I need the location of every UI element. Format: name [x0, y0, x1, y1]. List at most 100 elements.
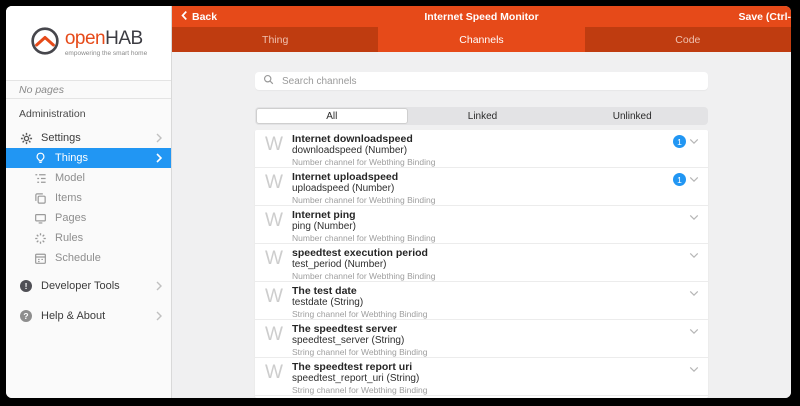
chevron-left-icon	[181, 10, 188, 24]
channel-title: The test date	[292, 285, 689, 297]
no-pages-label: No pages	[6, 80, 171, 99]
channel-id: speedtest_report_uri (String)	[292, 373, 689, 385]
channel-row-testdate[interactable]: W The test date testdate (String) String…	[255, 282, 708, 320]
top-navbar: Internet Speed Monitor Back Save (Ctrl-	[172, 6, 791, 27]
sidebar-item-label: Settings	[41, 132, 81, 144]
filter-all[interactable]: All	[256, 108, 408, 124]
channel-avatar: W	[265, 358, 292, 395]
channel-description: String channel for Webthing Binding	[292, 385, 689, 395]
channel-title: Internet downloadspeed	[292, 133, 673, 145]
sidebar-item-things[interactable]: Things	[6, 148, 171, 168]
gear-icon	[19, 131, 33, 145]
sidebar-item-label: Pages	[55, 212, 86, 224]
channel-row-test-period[interactable]: W speedtest execution period test_period…	[255, 244, 708, 282]
chevron-down-icon[interactable]	[689, 290, 699, 297]
channel-avatar: W	[265, 206, 292, 243]
search-bar	[255, 72, 708, 90]
admin-section-label: Administration	[6, 99, 171, 125]
channel-title: The speedtest server	[292, 323, 689, 335]
channel-title: Internet uploadspeed	[292, 171, 673, 183]
thing-tabbar: Thing Channels Code	[172, 27, 791, 52]
channel-id: ping (Number)	[292, 221, 689, 233]
link-filter-segmented-control: All Linked Unlinked	[255, 107, 708, 125]
main-panel: Internet Speed Monitor Back Save (Ctrl- …	[172, 6, 791, 398]
sidebar-item-settings[interactable]: Settings	[6, 128, 171, 148]
calendar-icon	[33, 251, 47, 265]
channel-id: uploadspeed (Number)	[292, 183, 673, 195]
channel-list: W Internet downloadspeed downloadspeed (…	[255, 130, 708, 398]
monitor-icon	[33, 211, 47, 225]
model-tree-icon	[33, 171, 47, 185]
sidebar-item-rules[interactable]: Rules	[6, 228, 171, 248]
channel-avatar: W	[265, 130, 292, 167]
sidebar-item-model[interactable]: Model	[6, 168, 171, 188]
sidebar-item-label: Things	[55, 152, 88, 164]
channel-title: speedtest execution period	[292, 247, 689, 259]
channel-avatar: W	[265, 168, 292, 205]
channel-id: test_period (Number)	[292, 259, 689, 271]
sidebar-item-label: Developer Tools	[41, 280, 120, 292]
channel-description: String channel for Webthing Binding	[292, 309, 689, 319]
sidebar-item-help-about[interactable]: ? Help & About	[6, 306, 171, 326]
chevron-right-icon	[156, 153, 162, 163]
channels-content: All Linked Unlinked W Internet downloads…	[172, 52, 791, 398]
filter-linked[interactable]: Linked	[408, 108, 558, 124]
sidebar-item-items[interactable]: Items	[6, 188, 171, 208]
page-title: Internet Speed Monitor	[172, 11, 791, 23]
chevron-down-icon[interactable]	[689, 138, 699, 145]
channel-description: String channel for Webthing Binding	[292, 347, 689, 357]
channel-avatar: W	[265, 320, 292, 357]
chevron-right-icon	[156, 311, 162, 321]
logo-tagline: empowering the smart home	[65, 50, 147, 57]
chevron-down-icon[interactable]	[689, 252, 699, 259]
channel-description: Number channel for Webthing Binding	[292, 157, 673, 167]
channel-description: Number channel for Webthing Binding	[292, 233, 689, 243]
filter-unlinked[interactable]: Unlinked	[557, 108, 707, 124]
exclamation-circle-icon: !	[19, 279, 33, 293]
channel-title: Internet ping	[292, 209, 689, 221]
sidebar-item-pages[interactable]: Pages	[6, 208, 171, 228]
chevron-right-icon	[156, 133, 162, 143]
channel-row-speedtest-server[interactable]: W The speedtest server speedtest_server …	[255, 320, 708, 358]
channel-description: Number channel for Webthing Binding	[292, 271, 689, 281]
tab-channels[interactable]: Channels	[378, 27, 584, 52]
channel-row-downloadspeed[interactable]: W Internet downloadspeed downloadspeed (…	[255, 130, 708, 168]
channel-id: downloadspeed (Number)	[292, 145, 673, 157]
channel-id: speedtest_server (String)	[292, 335, 689, 347]
openhab-logo: openHAB empowering the smart home	[6, 6, 171, 80]
chevron-down-icon[interactable]	[689, 328, 699, 335]
channel-title: The speedtest report uri	[292, 361, 689, 373]
sidebar-item-schedule[interactable]: Schedule	[6, 248, 171, 268]
channel-id: testdate (String)	[292, 297, 689, 309]
search-input[interactable]	[280, 75, 700, 88]
sidebar-item-label: Help & About	[41, 310, 105, 322]
lightbulb-icon	[33, 151, 47, 165]
sidebar-item-label: Rules	[55, 232, 83, 244]
channel-row-ping[interactable]: W Internet ping ping (Number) Number cha…	[255, 206, 708, 244]
logo-wordmark: openHAB	[65, 28, 143, 49]
sidebar-item-label: Model	[55, 172, 85, 184]
chevron-down-icon[interactable]	[689, 214, 699, 221]
sidebar-item-developer-tools[interactable]: ! Developer Tools	[6, 276, 171, 296]
linked-count-badge: 1	[673, 173, 686, 186]
copy-icon	[33, 191, 47, 205]
channel-row-speedtest-report-uri[interactable]: W The speedtest report uri speedtest_rep…	[255, 358, 708, 396]
chevron-down-icon[interactable]	[689, 176, 699, 183]
app-window: openHAB empowering the smart home No pag…	[6, 6, 791, 398]
question-circle-icon: ?	[19, 309, 33, 323]
tab-code[interactable]: Code	[585, 27, 791, 52]
chevron-down-icon[interactable]	[689, 366, 699, 373]
back-button-label: Back	[192, 11, 217, 23]
channel-avatar: W	[265, 282, 292, 319]
linked-count-badge: 1	[673, 135, 686, 148]
sparkle-icon	[33, 231, 47, 245]
channel-description: Number channel for Webthing Binding	[292, 195, 673, 205]
sidebar-item-label: Schedule	[55, 252, 101, 264]
channel-avatar: W	[265, 244, 292, 281]
channel-row-uploadspeed[interactable]: W Internet uploadspeed uploadspeed (Numb…	[255, 168, 708, 206]
chevron-right-icon	[156, 281, 162, 291]
tab-thing[interactable]: Thing	[172, 27, 378, 52]
save-button[interactable]: Save (Ctrl-	[738, 11, 791, 23]
search-icon	[263, 72, 274, 90]
back-button[interactable]: Back	[172, 10, 217, 24]
